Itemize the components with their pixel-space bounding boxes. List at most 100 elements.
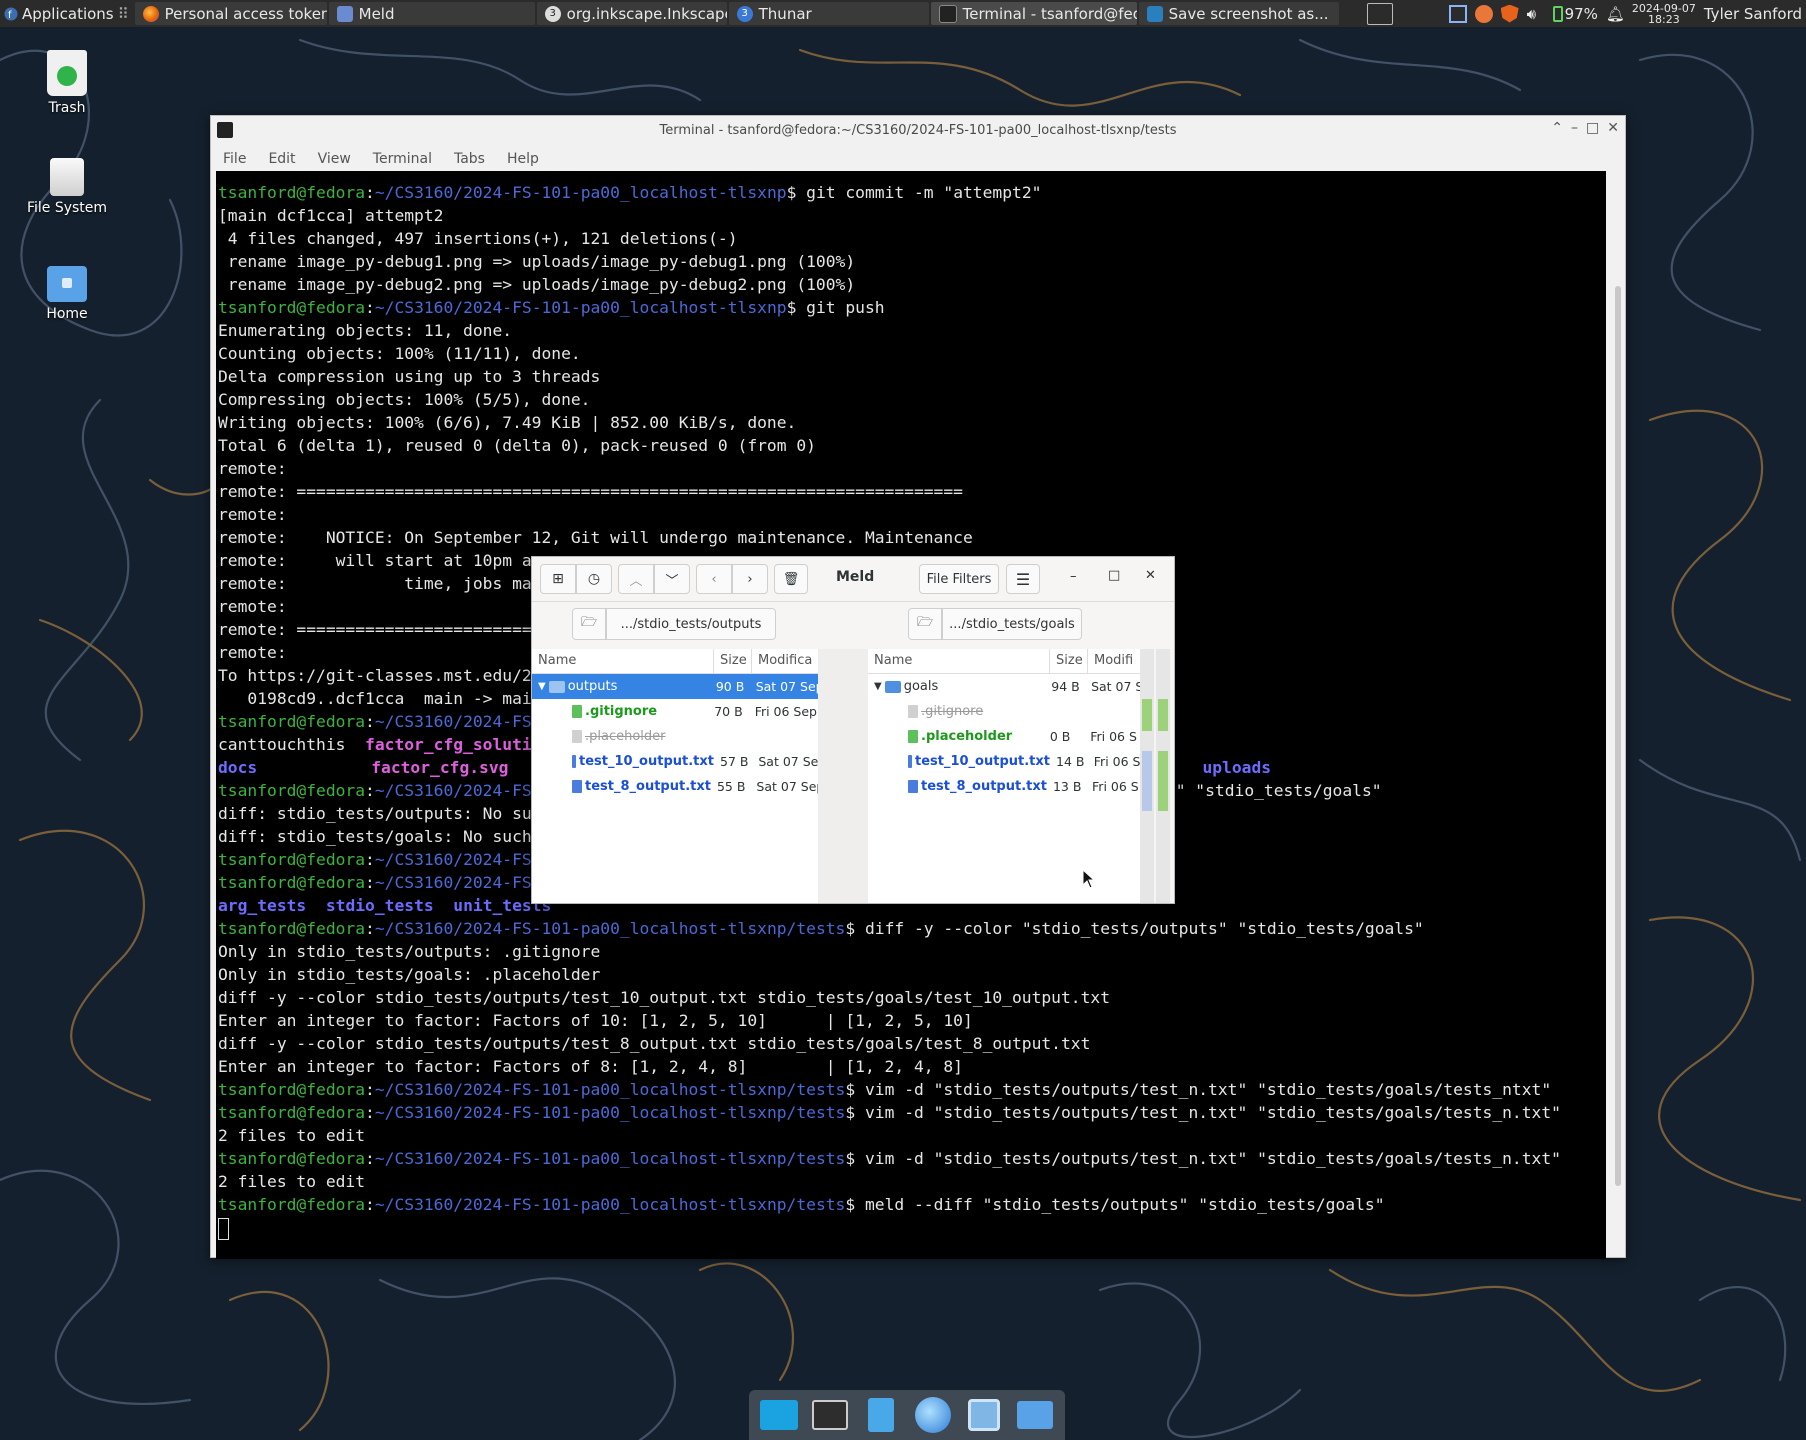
maximize-button[interactable]: □ — [1108, 568, 1120, 583]
group-count-icon: 3 — [544, 5, 561, 22]
menu-terminal[interactable]: Terminal — [373, 151, 432, 167]
roll-up-button[interactable]: ⌃ — [1551, 120, 1563, 136]
shield-icon[interactable] — [1500, 4, 1519, 23]
minimize-button[interactable]: – — [1070, 569, 1077, 584]
taskbar-item-browser[interactable]: Personal access tokens · ... — [134, 2, 327, 25]
main-menu-button[interactable]: ☰ — [1006, 564, 1040, 594]
dock-item-search[interactable] — [964, 1395, 1004, 1435]
back-button[interactable]: ‹ — [696, 564, 732, 594]
tree-row-file[interactable]: test_8_output.txt 13 B Fri 06 S — [868, 774, 1140, 799]
folder-icon — [548, 680, 565, 693]
column-name[interactable]: Name — [532, 649, 714, 673]
recent-comparisons-button[interactable]: ◷ — [576, 564, 612, 594]
taskbar-item-terminal[interactable]: Terminal - tsanford@fedo... — [930, 2, 1137, 25]
desktop-icon-home[interactable]: Home — [12, 266, 122, 322]
left-path-button[interactable]: .../stdio_tests/outputs — [606, 608, 776, 640]
tree-row-file[interactable]: .placeholder — [532, 724, 818, 749]
tree-row-file[interactable]: .gitignore 70 B Fri 06 Sep — [532, 699, 818, 724]
column-name[interactable]: Name — [868, 649, 1050, 673]
applications-menu-button[interactable]: f Applications ⠿ — [0, 0, 135, 27]
tree-row-file[interactable]: test_10_output.txt 14 B Fri 06 S — [868, 749, 1140, 774]
taskbar-item-meld[interactable]: Meld — [328, 2, 535, 25]
fedora-icon: f — [4, 7, 18, 21]
dock-item-browser[interactable] — [913, 1395, 953, 1435]
trash-icon — [47, 50, 87, 96]
forward-button[interactable]: › — [732, 564, 768, 594]
taskbar-item-inkscape[interactable]: 3 org.inkscape.Inkscape — [536, 2, 727, 25]
tree-row-file[interactable]: test_8_output.txt 55 B Sat 07 Sep — [532, 774, 818, 799]
meld-headerbar[interactable]: ⊞ ◷ ︿ ﹀ ‹ › 🗑︎ Meld File Filters ☰ – □ ✕ — [532, 557, 1174, 602]
meld-icon — [336, 5, 353, 22]
updates-icon[interactable] — [1474, 4, 1493, 23]
menu-help[interactable]: Help — [507, 151, 539, 167]
desktop-icon-label: File System — [26, 200, 108, 216]
terminal-line: diff -y --color stdio_tests/outputs/test… — [218, 988, 1110, 1007]
minimize-button[interactable]: – — [1571, 120, 1578, 136]
file-icon — [908, 755, 912, 768]
terminal-line: tsanford@fedora:~/CS3160/2024-FS-101-pa0… — [218, 919, 1424, 938]
terminal-scrollbar[interactable] — [1615, 286, 1621, 1186]
left-file-pane[interactable]: Name Size Modifica ▼ outputs 90 B Sat 07 … — [532, 649, 818, 903]
file-icon — [572, 730, 582, 743]
user-menu[interactable]: Tyler Sanford — [1704, 5, 1802, 23]
dock — [749, 1390, 1065, 1440]
tree-row-folder[interactable]: ▼ goals 94 B Sat 07 S — [868, 674, 1140, 699]
notification-bell-icon[interactable]: 🔔︎ — [1606, 5, 1625, 23]
menu-tabs[interactable]: Tabs — [454, 151, 485, 167]
volume-icon[interactable]: 🔊︎ — [1527, 5, 1545, 23]
terminal-line: remote: ================================… — [218, 482, 963, 501]
column-modified[interactable]: Modifi — [1088, 649, 1140, 673]
right-path-button[interactable]: .../stdio_tests/goals — [942, 608, 1082, 640]
dock-item-file-manager[interactable] — [861, 1395, 901, 1435]
group-count-icon: 3 — [736, 5, 753, 22]
close-button[interactable]: ✕ — [1145, 568, 1156, 583]
menu-edit[interactable]: Edit — [268, 151, 295, 167]
column-size[interactable]: Size — [1050, 649, 1088, 673]
tree-row-file[interactable]: test_10_output.txt 57 B Sat 07 Sep — [532, 749, 818, 774]
terminal-line: diff -y --color stdio_tests/outputs/test… — [218, 1034, 1091, 1053]
taskbar-item-screenshot[interactable]: Save screenshot as... — [1138, 2, 1339, 25]
show-desktop-button[interactable] — [1366, 2, 1393, 25]
change-map-right[interactable] — [1156, 649, 1170, 903]
terminal-line: rename image_py-debug1.png => uploads/im… — [218, 252, 856, 271]
terminal-line — [216, 1216, 1606, 1240]
change-map-left[interactable] — [1140, 649, 1154, 903]
screenshot-icon — [1146, 5, 1163, 22]
column-size[interactable]: Size — [714, 649, 752, 673]
delete-button[interactable]: 🗑︎ — [774, 564, 808, 594]
desktop-icon-file-system[interactable]: File System — [12, 158, 122, 216]
file-icon — [572, 780, 582, 793]
open-folder-button[interactable]: 🗁 — [572, 608, 606, 640]
network-icon[interactable] — [1448, 4, 1467, 23]
terminal-line: tsanford@fedora:~/CS3160/2024-FS-101-pa0… — [218, 298, 885, 317]
file-filters-button[interactable]: File Filters — [919, 564, 999, 594]
new-comparison-button[interactable]: ⊞ — [540, 564, 576, 594]
battery-indicator[interactable]: 97% — [1552, 5, 1598, 23]
column-modified[interactable]: Modifica — [752, 649, 818, 673]
next-change-button[interactable]: ﹀ — [654, 564, 690, 594]
previous-change-button[interactable]: ︿ — [618, 564, 654, 594]
close-button[interactable]: ✕ — [1607, 120, 1619, 136]
tree-row-file[interactable]: .gitignore — [868, 699, 1140, 724]
terminal-line: Enumerating objects: 11, done. — [218, 321, 513, 340]
clock-date: 2024-09-07 — [1631, 1, 1696, 15]
hamburger-menu-icon: ☰ — [1015, 569, 1031, 589]
dock-item-folder[interactable] — [1015, 1395, 1055, 1435]
taskbar-item-thunar[interactable]: 3 Thunar — [728, 2, 929, 25]
terminal-line: tsanford@fedora:~/CS3160/2024-FS-101-pa0… — [218, 1080, 1552, 1099]
tree-row-folder[interactable]: ▼ outputs 90 B Sat 07 Sep — [532, 674, 818, 699]
menu-view[interactable]: View — [318, 151, 351, 167]
open-folder-button[interactable]: 🗁 — [908, 608, 942, 640]
tree-row-file[interactable]: .placeholder 0 B Fri 06 S — [868, 724, 1140, 749]
menu-file[interactable]: File — [223, 151, 246, 167]
file-icon — [908, 705, 918, 718]
desktop-icon-trash[interactable]: Trash — [12, 50, 122, 116]
clock[interactable]: 2024-09-07 18:23 — [1632, 3, 1696, 25]
terminal-line: Only in stdio_tests/outputs: .gitignore — [218, 942, 601, 961]
right-file-pane[interactable]: Name Size Modifi ▼ goals 94 B Sat 07 S .g… — [868, 649, 1140, 903]
left-path-label: .../stdio_tests/outputs — [620, 616, 762, 632]
maximize-button[interactable]: □ — [1586, 120, 1599, 136]
dock-item-terminal[interactable] — [810, 1395, 850, 1435]
dock-item-desktop[interactable] — [759, 1395, 799, 1435]
terminal-titlebar[interactable]: Terminal - tsanford@fedora:~/CS3160/2024… — [211, 116, 1625, 146]
